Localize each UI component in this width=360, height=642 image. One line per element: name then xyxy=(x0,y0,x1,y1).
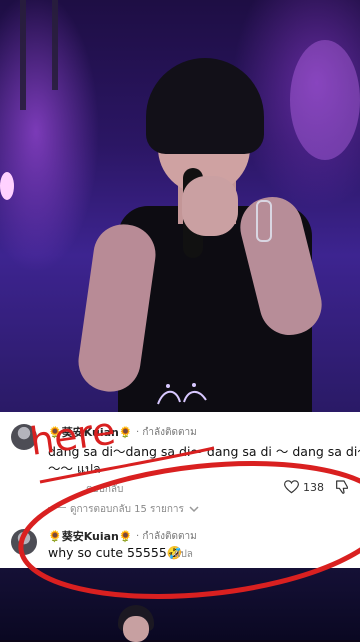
heart-icon xyxy=(284,480,299,494)
video-frame-top[interactable] xyxy=(0,0,360,412)
stage-truss xyxy=(20,0,26,110)
divider-line xyxy=(48,507,66,508)
stage-truss xyxy=(52,0,58,90)
reply-button[interactable]: ตอบกลับ xyxy=(86,482,123,497)
comment-text-continued: ～～ แปล xyxy=(48,461,101,476)
avatar[interactable] xyxy=(11,424,37,450)
comment-username[interactable]: 🌻葵安Kuian🌻 xyxy=(48,528,133,544)
follow-status: · กำลังติดตาม xyxy=(136,531,197,542)
like-button[interactable]: 138 xyxy=(284,478,330,496)
singer-hair xyxy=(146,58,264,154)
watermark-logo-icon xyxy=(157,383,207,405)
video-frame-bottom[interactable] xyxy=(0,568,360,640)
avatar[interactable] xyxy=(11,529,37,555)
translate-link[interactable]: แปล xyxy=(174,547,193,562)
follow-status: · กำลังติดตาม xyxy=(136,427,197,438)
stage-light xyxy=(0,172,14,200)
person-face xyxy=(123,616,149,642)
hand xyxy=(182,176,238,236)
chevron-down-icon[interactable] xyxy=(189,504,199,514)
comment-username[interactable]: 🌻葵安Kuian🌻 xyxy=(48,424,133,440)
comment-text: why so cute 55555🤣 xyxy=(48,545,183,560)
stage-light xyxy=(290,40,360,160)
like-count: 138 xyxy=(303,480,324,494)
thumbs-down-icon[interactable] xyxy=(334,479,350,495)
bracelet xyxy=(256,200,272,242)
view-replies-link[interactable]: ดูการตอบกลับ 15 รายการ xyxy=(70,502,184,517)
